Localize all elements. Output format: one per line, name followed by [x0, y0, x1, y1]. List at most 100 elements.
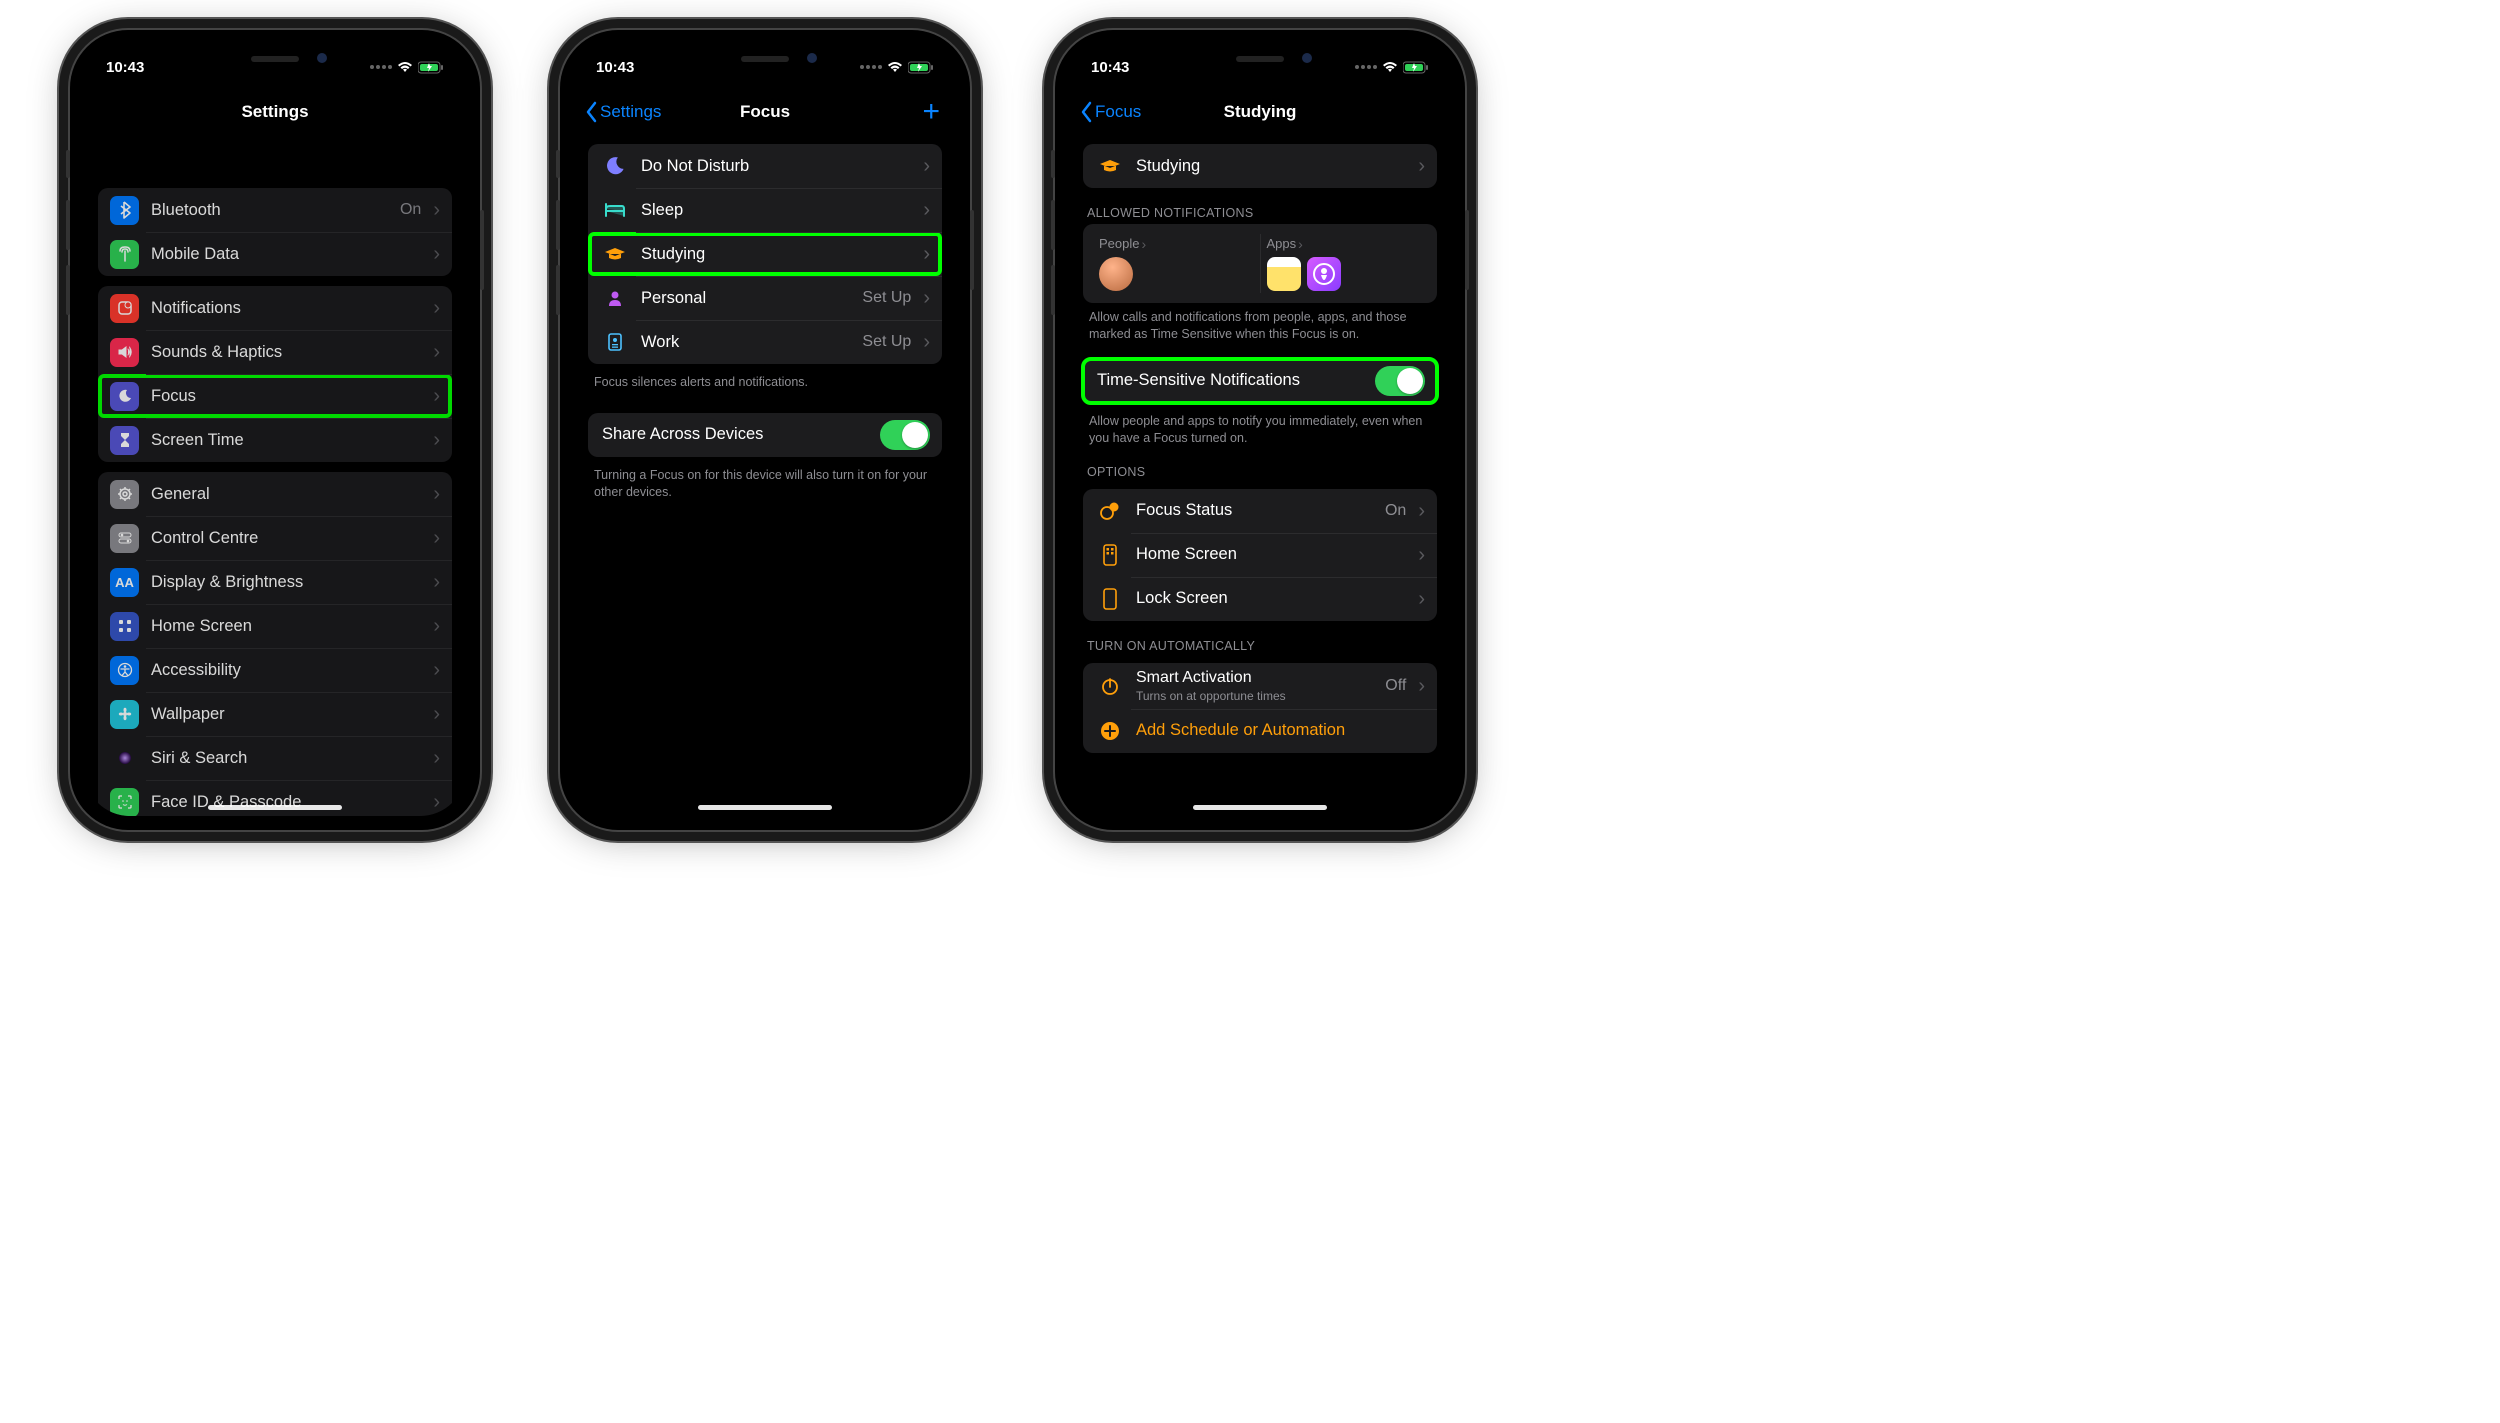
- share-toggle[interactable]: [880, 420, 930, 450]
- chevron-right-icon: ›: [433, 704, 440, 724]
- focus-modes-group: Do Not Disturb › Sleep › Studying ›: [588, 144, 942, 364]
- row-studying-config[interactable]: Studying ›: [1083, 144, 1437, 188]
- chevron-right-icon: ›: [433, 430, 440, 450]
- row-home-screen[interactable]: Home Screen ›: [98, 604, 452, 648]
- page-title: Focus: [740, 102, 790, 122]
- lock-screen-icon: [1095, 584, 1124, 613]
- row-sounds-haptics[interactable]: Sounds & Haptics ›: [98, 330, 452, 374]
- row-label: Accessibility: [151, 661, 421, 680]
- notes-app-icon: [1267, 257, 1301, 291]
- chevron-left-icon: [584, 101, 598, 123]
- chevron-right-icon: ›: [923, 332, 930, 352]
- badge-icon: [600, 328, 629, 357]
- time-sensitive-group: Time-Sensitive Notifications: [1083, 359, 1437, 403]
- row-home-screen-option[interactable]: Home Screen ›: [1083, 533, 1437, 577]
- apps-label: Apps: [1267, 236, 1297, 251]
- row-label: Control Centre: [151, 529, 421, 548]
- chevron-right-icon: ›: [433, 748, 440, 768]
- people-label: People: [1099, 236, 1139, 251]
- wifi-icon: [1382, 61, 1398, 73]
- back-button[interactable]: Focus: [1079, 90, 1141, 134]
- chevron-right-icon: ›: [923, 200, 930, 220]
- row-label: Home Screen: [151, 617, 421, 636]
- home-indicator[interactable]: [698, 805, 832, 810]
- flower-icon: [110, 700, 139, 729]
- row-studying[interactable]: Studying ›: [588, 232, 942, 276]
- chevron-right-icon: ›: [433, 572, 440, 592]
- share-footer: Turning a Focus on for this device will …: [594, 467, 936, 501]
- chevron-right-icon: ›: [433, 484, 440, 504]
- notch: [180, 44, 370, 74]
- home-indicator[interactable]: [208, 805, 342, 810]
- row-accessibility[interactable]: Accessibility ›: [98, 648, 452, 692]
- row-focus[interactable]: Focus ›: [98, 374, 452, 418]
- row-add-schedule[interactable]: Add Schedule or Automation: [1083, 709, 1437, 753]
- row-screen-time[interactable]: Screen Time ›: [98, 418, 452, 462]
- allowed-people[interactable]: People›: [1093, 234, 1260, 293]
- switches-icon: [110, 524, 139, 553]
- row-label: Work: [641, 333, 850, 352]
- focus-modes-footer: Focus silences alerts and notifications.: [594, 374, 936, 391]
- row-lock-screen-option[interactable]: Lock Screen ›: [1083, 577, 1437, 621]
- home-indicator[interactable]: [1193, 805, 1327, 810]
- time-sensitive-toggle[interactable]: [1375, 366, 1425, 396]
- moon-icon: [110, 382, 139, 411]
- chevron-right-icon: ›: [1418, 501, 1425, 521]
- graduation-cap-icon: [1095, 152, 1124, 181]
- row-personal[interactable]: Personal Set Up ›: [588, 276, 942, 320]
- row-share-across-devices[interactable]: Share Across Devices: [588, 413, 942, 457]
- row-label: Studying: [641, 245, 911, 264]
- status-time: 10:43: [596, 59, 634, 76]
- row-subtitle: Turns on at opportune times: [1136, 689, 1373, 703]
- chevron-right-icon: ›: [433, 386, 440, 406]
- faceid-icon: [110, 788, 139, 817]
- allowed-apps[interactable]: Apps›: [1260, 234, 1428, 293]
- chevron-right-icon: ›: [433, 660, 440, 680]
- row-wallpaper[interactable]: Wallpaper ›: [98, 692, 452, 736]
- row-general[interactable]: General ›: [98, 472, 452, 516]
- plus-circle-icon: [1095, 716, 1124, 745]
- row-notifications[interactable]: Notifications ›: [98, 286, 452, 330]
- back-label: Settings: [600, 102, 661, 122]
- page-title: Studying: [1224, 102, 1297, 122]
- row-control-centre[interactable]: Control Centre ›: [98, 516, 452, 560]
- nav-bar: Focus Studying: [1069, 90, 1451, 134]
- gear-icon: [110, 480, 139, 509]
- chevron-right-icon: ›: [1418, 676, 1425, 696]
- row-label: Personal: [641, 289, 850, 308]
- automation-group: Smart Activation Turns on at opportune t…: [1083, 663, 1437, 753]
- podcasts-app-icon: [1307, 257, 1341, 291]
- row-label: Focus: [151, 387, 421, 406]
- chevron-right-icon: ›: [433, 792, 440, 812]
- row-time-sensitive[interactable]: Time-Sensitive Notifications: [1083, 359, 1437, 403]
- status-time: 10:43: [1091, 59, 1129, 76]
- chevron-right-icon: ›: [433, 298, 440, 318]
- row-label: General: [151, 485, 421, 504]
- bell-icon: [110, 294, 139, 323]
- row-display-brightness[interactable]: AA Display & Brightness ›: [98, 560, 452, 604]
- row-work[interactable]: Work Set Up ›: [588, 320, 942, 364]
- top-row-group: Studying ›: [1083, 144, 1437, 188]
- row-do-not-disturb[interactable]: Do Not Disturb ›: [588, 144, 942, 188]
- add-button[interactable]: +: [922, 90, 940, 134]
- row-faceid-passcode[interactable]: Face ID & Passcode ›: [98, 780, 452, 816]
- row-focus-status[interactable]: Focus Status On ›: [1083, 489, 1437, 533]
- phone-focus: 10:43 Settings Focus + Do Not Dist: [560, 30, 970, 830]
- chevron-right-icon: ›: [1298, 237, 1303, 251]
- row-smart-activation[interactable]: Smart Activation Turns on at opportune t…: [1083, 663, 1437, 709]
- auto-header: TURN ON AUTOMATICALLY: [1087, 639, 1433, 653]
- row-label: Studying: [1136, 157, 1406, 176]
- speaker-icon: [110, 338, 139, 367]
- row-mobile-data[interactable]: Mobile Data ›: [98, 232, 452, 276]
- row-siri-search[interactable]: Siri & Search ›: [98, 736, 452, 780]
- battery-icon: [1403, 61, 1429, 74]
- row-label: Wallpaper: [151, 705, 421, 724]
- nav-bar: Settings: [84, 90, 466, 134]
- bed-icon: [600, 196, 629, 225]
- chevron-right-icon: ›: [433, 244, 440, 264]
- row-label: Sleep: [641, 201, 911, 220]
- row-sleep[interactable]: Sleep ›: [588, 188, 942, 232]
- chevron-right-icon: ›: [923, 288, 930, 308]
- back-button[interactable]: Settings: [584, 90, 661, 134]
- row-bluetooth[interactable]: Bluetooth On ›: [98, 188, 452, 232]
